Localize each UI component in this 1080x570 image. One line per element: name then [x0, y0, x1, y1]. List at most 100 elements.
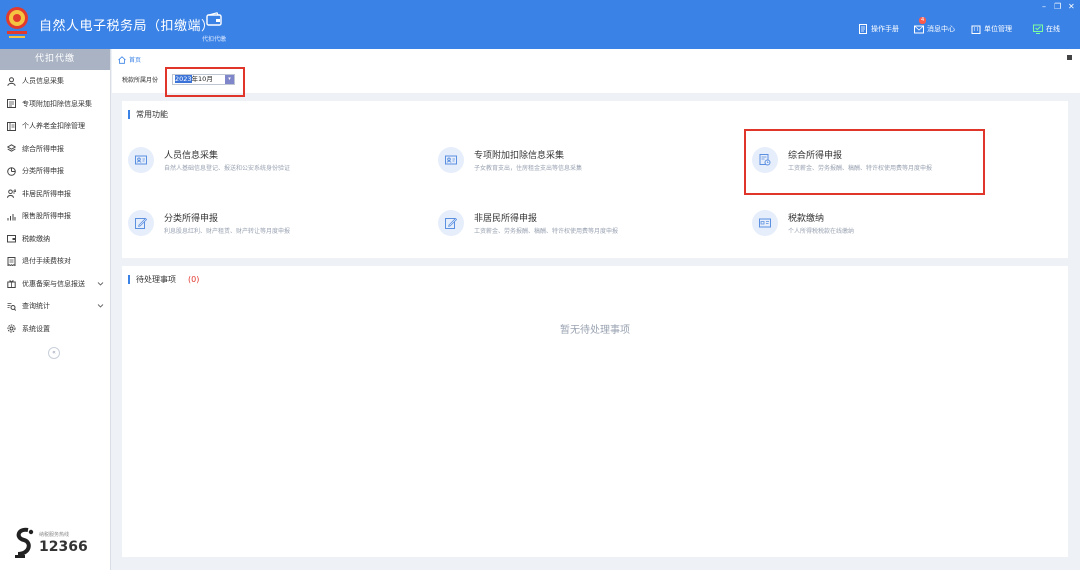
mail-icon [914, 25, 924, 34]
func-name: 分类所得申报 [164, 214, 219, 224]
hotline-number: 12366 [39, 539, 88, 555]
edit-glyph [445, 217, 457, 229]
sidebar-collapse-button[interactable]: « [48, 347, 60, 359]
func-desc: 自然人基础信息登记、报送和公安系统身份验证 [164, 165, 291, 172]
chevron-down-icon [97, 304, 104, 308]
building-icon [971, 25, 981, 34]
gift-icon [7, 280, 16, 289]
func-desc: 个人所得税税款在线缴纳 [788, 228, 855, 235]
home-icon [118, 55, 126, 64]
func-desc: 子女教育支出，住房租金支出等信息采集 [474, 165, 583, 172]
pending-title-text: 待处理事项 [136, 275, 176, 284]
id-card-icon [438, 147, 464, 173]
sidebar-item-tax-payment[interactable]: 税款缴纳 [0, 228, 110, 251]
app-title: 自然人电子税务局（扣缴端） [39, 19, 215, 34]
nav-item-label: 代扣代缴 [201, 36, 226, 43]
sidebar-item-label: 非居民所得申报 [22, 189, 71, 198]
sidebar-item-label: 限售股所得申报 [22, 212, 71, 221]
sidebar-item-personnel[interactable]: 人员信息采集 [0, 70, 110, 93]
hotline-label: 纳税服务热线 [39, 532, 70, 538]
hotline-block: 纳税服务热线 12366 [12, 526, 102, 562]
sidebar-item-label: 查询统计 [22, 302, 50, 311]
func-desc: 工资薪金、劳务报酬、稿酬、特许权使用费等月度申报 [474, 228, 619, 235]
breadcrumb-home: 首页 [129, 57, 142, 64]
message-count-badge: 4 [919, 17, 927, 24]
period-label: 税款所属月份 [122, 77, 159, 84]
edit-glyph [135, 217, 147, 229]
sidebar-item-label: 人员信息采集 [22, 77, 64, 86]
restore-button[interactable]: ❐ [1054, 2, 1061, 11]
sidebar-item-label: 税款缴纳 [22, 234, 50, 243]
tax-emblem-logo [6, 7, 28, 38]
content-topbar: 首页 税款所属月份 2023年10月 ▾ [112, 49, 1080, 93]
sidebar-item-refund-fee[interactable]: 退付手续费核对 [0, 250, 110, 273]
nav-item-withholding[interactable]: 代扣代缴 [196, 12, 232, 46]
common-functions-title: 常用功能 [128, 110, 168, 119]
func-nonresident-income[interactable]: 非居民所得申报 工资薪金、劳务报酬、稿酬、特许权使用费等月度申报 [438, 206, 738, 240]
bar-chart-icon [7, 213, 16, 221]
monitor-check-icon [1033, 24, 1043, 34]
edit-icon [438, 210, 464, 236]
person-flag-icon [7, 189, 16, 199]
func-desc: 利息股息红利、财产租赁、财产转让等月度申报 [164, 228, 291, 235]
maximize-panel-button[interactable] [1067, 55, 1072, 60]
unit-management-label: 单位管理 [984, 25, 1012, 33]
func-classified-income[interactable]: 分类所得申报 利息股息红利、财产租赁、财产转让等月度申报 [128, 206, 428, 240]
func-personnel-info[interactable]: 人员信息采集 自然人基础信息登记、报送和公安系统身份验证 [128, 143, 428, 177]
func-name: 人员信息采集 [164, 151, 219, 161]
layers-icon [7, 144, 16, 153]
sidebar-item-pension[interactable]: 个人养老金扣除管理 [0, 115, 110, 138]
sidebar-item-system-settings[interactable]: 系统设置 [0, 318, 110, 341]
func-tax-payment[interactable]: 税款缴纳 个人所得税税款在线缴纳 [752, 206, 1052, 240]
sidebar-item-classified-income[interactable]: 分类所得申报 [0, 160, 110, 183]
sidebar-title: 代扣代缴 [0, 49, 110, 70]
edit-icon [128, 210, 154, 236]
highlight-box-comprehensive-income [744, 129, 985, 195]
sidebar-item-comprehensive-income[interactable]: 综合所得申报 [0, 138, 110, 161]
id-card-glyph [135, 155, 147, 165]
minimize-button[interactable]: – [1042, 2, 1046, 11]
sidebar-item-preferential-filing[interactable]: 优惠备案与信息报送 [0, 273, 110, 296]
breadcrumb[interactable]: 首页 [118, 55, 141, 64]
ledger-icon [7, 121, 16, 131]
pending-items-title: 待处理事项 (0) [128, 275, 199, 284]
manual-link[interactable]: 操作手册 [858, 24, 899, 34]
func-name: 非居民所得申报 [474, 214, 538, 224]
hotline-logo-icon [15, 527, 34, 558]
sidebar-item-restricted-shares[interactable]: 限售股所得申报 [0, 205, 110, 228]
list-card-icon [7, 99, 16, 109]
message-center-label: 消息中心 [927, 25, 955, 33]
wallet-icon [7, 235, 16, 243]
sidebar-item-nonresident-income[interactable]: 非居民所得申报 [0, 183, 110, 206]
online-status[interactable]: 在线 [1033, 24, 1060, 34]
sidebar-item-special-deduction[interactable]: 专项附加扣除信息采集 [0, 93, 110, 116]
message-center-link[interactable]: 4 消息中心 [914, 17, 955, 34]
close-button[interactable]: ✕ [1068, 2, 1075, 11]
func-special-deduction[interactable]: 专项附加扣除信息采集 子女教育支出，住房租金支出等信息采集 [438, 143, 738, 177]
pending-empty-text: 暂无待处理事项 [560, 325, 630, 336]
sidebar-item-label: 个人养老金扣除管理 [22, 122, 85, 131]
payment-card-icon [752, 210, 778, 236]
sidebar-item-label: 分类所得申报 [22, 167, 64, 176]
app-header: 自然人电子税务局（扣缴端） 代扣代缴 操作手册 4 消息中心 单位管理 在线 –… [0, 0, 1080, 49]
online-label: 在线 [1046, 25, 1060, 33]
search-list-icon [7, 302, 16, 311]
sidebar-item-label: 专项附加扣除信息采集 [22, 99, 92, 108]
highlight-box-period [165, 67, 245, 97]
sidebar-item-query-statistics[interactable]: 查询统计 [0, 295, 110, 318]
sidebar-item-label: 系统设置 [22, 324, 50, 333]
pie-chart-icon [7, 166, 16, 176]
payment-card-glyph [759, 218, 771, 228]
wallet-icon [206, 12, 222, 26]
pending-items-panel: 待处理事项 (0) 暂无待处理事项 [122, 266, 1068, 557]
gear-icon [7, 324, 16, 333]
func-name: 税款缴纳 [788, 214, 825, 224]
sidebar-item-label: 退付手续费核对 [22, 257, 71, 266]
sidebar-item-label: 综合所得申报 [22, 144, 64, 153]
id-card-glyph [445, 155, 457, 165]
sidebar-item-label: 优惠备案与信息报送 [22, 279, 85, 288]
unit-management-link[interactable]: 单位管理 [971, 24, 1012, 34]
id-card-icon [128, 147, 154, 173]
chevron-down-icon [97, 281, 104, 286]
person-icon [7, 77, 16, 86]
